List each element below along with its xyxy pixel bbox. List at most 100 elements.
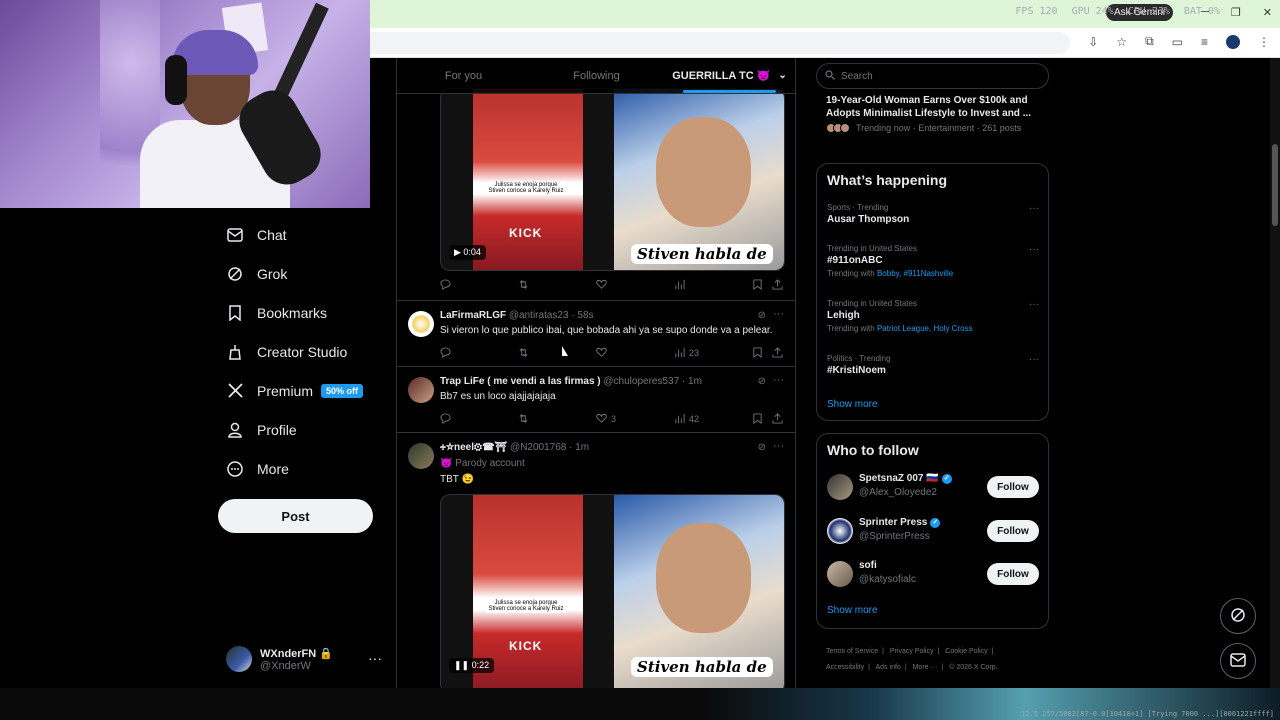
tab-guerrilla-tc[interactable]: GUERRILLA TC 👿 ⌄: [663, 58, 795, 93]
chevron-down-icon[interactable]: ⌄: [778, 70, 786, 81]
trending-story-title: 19-Year-Old Woman Earns Over $100k and A…: [826, 95, 1032, 119]
extensions-icon[interactable]: ⧉: [1145, 34, 1154, 49]
scrollbar[interactable]: [1270, 58, 1280, 688]
mouse-cursor: [562, 346, 568, 356]
tweet-author-name[interactable]: Trap LiFe ( me vendi a las firmas ): [440, 376, 601, 387]
trend-item[interactable]: Trending in United States #911onABC Tren…: [827, 244, 1039, 278]
show-more-link[interactable]: Show more: [827, 399, 878, 410]
views-icon[interactable]: 42: [674, 413, 752, 424]
avatar[interactable]: [827, 518, 853, 544]
discount-badge: 50% off: [321, 383, 364, 398]
nav-creator-studio[interactable]: Creator Studio: [218, 332, 388, 371]
repost-icon[interactable]: [518, 279, 596, 290]
stream-overlay-bar: 12.5 257/5082[87-0.0]10418+1] [Trying 70…: [0, 688, 1280, 720]
more-dots-icon[interactable]: ···: [368, 650, 382, 666]
more-dots-icon[interactable]: ···: [1029, 299, 1039, 310]
parody-label: 😈 Parody account: [440, 458, 525, 469]
share-icon[interactable]: [772, 347, 783, 358]
nav-grok[interactable]: Grok: [218, 254, 388, 293]
tweet[interactable]: Trap LiFe ( me vendi a las firmas ) @chu…: [397, 367, 795, 433]
nav-chat[interactable]: Chat: [218, 215, 388, 254]
trend-item[interactable]: Politics · Trending #KristiNoem ···: [827, 354, 1039, 376]
footer-links: Terms of Service | Privacy Policy | Cookie…: [826, 648, 998, 671]
tweet-author-name[interactable]: 🕂☆neel⚙☎⛩: [440, 442, 507, 453]
repost-icon[interactable]: [518, 347, 596, 358]
video-caption: Stiven habla de: [631, 244, 773, 264]
search-input[interactable]: [841, 70, 1021, 82]
video-player[interactable]: Julissa se enoja porque Stiven conoce a …: [440, 88, 785, 271]
video-subtitle: Julissa se enoja porque Stiven conoce a …: [486, 599, 566, 613]
account-switcher[interactable]: WXnderFN 🔒 @XnderW ···: [226, 644, 386, 674]
avatar[interactable]: [827, 474, 853, 500]
star-icon[interactable]: ☆: [1116, 35, 1127, 49]
nav-more[interactable]: More: [218, 449, 388, 488]
bookmark-icon[interactable]: [752, 413, 772, 424]
nav-premium[interactable]: Premium 50% off: [218, 371, 388, 410]
like-icon[interactable]: [596, 347, 674, 358]
follow-button[interactable]: Follow: [987, 476, 1039, 498]
tab-following[interactable]: Following: [530, 58, 663, 93]
video-subtitle: Julissa se enoja porque Stiven conoce a …: [486, 181, 566, 195]
avatar[interactable]: [827, 561, 853, 587]
tweet[interactable]: LaFirmaRLGF @antiratas23 · 58s ⊘ ··· Si …: [397, 301, 795, 367]
verified-icon: ✓: [941, 473, 952, 484]
reply-icon[interactable]: [440, 413, 518, 424]
more-dots-icon[interactable]: ···: [773, 440, 784, 452]
more-dots-icon[interactable]: ···: [1029, 244, 1039, 255]
profile-avatar[interactable]: [1226, 34, 1240, 49]
avatar[interactable]: [408, 443, 434, 469]
trend-item[interactable]: Sports · Trending Ausar Thompson ···: [827, 203, 1039, 225]
repost-icon[interactable]: [518, 413, 596, 424]
reply-icon[interactable]: [440, 347, 518, 358]
bookmark-icon[interactable]: [752, 279, 772, 290]
url-field[interactable]: [370, 32, 1070, 54]
nav-bookmarks[interactable]: Bookmarks: [218, 293, 388, 332]
tab-for-you[interactable]: For you: [397, 58, 530, 93]
reply-icon[interactable]: [440, 279, 518, 290]
like-icon[interactable]: [596, 279, 674, 290]
avatar[interactable]: [408, 311, 434, 337]
cast-icon[interactable]: ▭: [1172, 35, 1183, 49]
video-player[interactable]: Julissa se enoja porque Stiven conoce a …: [440, 494, 785, 688]
views-count: 23: [689, 347, 700, 358]
more-dots-icon[interactable]: ···: [773, 374, 784, 386]
bookmark-icon[interactable]: [752, 347, 772, 358]
follow-suggestion[interactable]: SpetsnaZ 007 🇷🇺 ✓ @Alex_Oloyede2 Follow: [827, 472, 1039, 502]
share-icon[interactable]: [772, 413, 783, 424]
avatar[interactable]: [408, 377, 434, 403]
trending-story[interactable]: 19-Year-Old Woman Earns Over $100k and A…: [826, 94, 1041, 133]
follow-suggestion[interactable]: Sprinter Press ✓ @SprinterPress Follow: [827, 516, 1039, 546]
nav-profile[interactable]: Profile: [218, 410, 388, 449]
trend-item[interactable]: Trending in United States Lehigh Trendin…: [827, 299, 1039, 333]
more-dots-icon[interactable]: ···: [1029, 354, 1039, 365]
install-icon[interactable]: ⇩: [1088, 35, 1098, 49]
minimize-icon[interactable]: ─: [1201, 6, 1209, 19]
like-icon[interactable]: 3: [596, 413, 674, 424]
show-more-link[interactable]: Show more: [827, 605, 878, 616]
close-icon[interactable]: ✕: [1263, 6, 1272, 19]
views-icon[interactable]: [674, 279, 752, 290]
grok-icon[interactable]: ⊘: [758, 376, 766, 387]
grok-icon[interactable]: ⊘: [758, 442, 766, 453]
kebab-menu-icon[interactable]: ⋮: [1258, 35, 1270, 49]
grok-icon[interactable]: ⊘: [758, 310, 766, 321]
address-bar: ⇩ ☆ ⧉ ▭ ≡ ⋮: [370, 28, 1280, 58]
views-icon[interactable]: 23: [674, 347, 752, 358]
more-dots-icon[interactable]: ···: [773, 308, 784, 320]
scrollbar-thumb[interactable]: [1272, 144, 1278, 226]
messages-fab[interactable]: [1220, 643, 1256, 679]
follow-button[interactable]: Follow: [987, 520, 1039, 542]
tweet-author-name[interactable]: LaFirmaRLGF: [440, 310, 506, 321]
video-frame-left: [473, 89, 583, 270]
search-box[interactable]: [816, 63, 1049, 89]
performance-overlay: FPS 120 GPU 24% CPU 23% BAT 0%: [1015, 6, 1220, 17]
playlist-icon[interactable]: ≡: [1201, 35, 1208, 49]
grok-fab[interactable]: [1220, 598, 1256, 634]
restore-icon[interactable]: ❐: [1231, 6, 1241, 19]
creator-studio-icon: [227, 344, 243, 360]
share-icon[interactable]: [772, 279, 783, 290]
more-dots-icon[interactable]: ···: [1029, 203, 1039, 214]
follow-suggestion[interactable]: sofi @katysofialc Follow: [827, 559, 1039, 589]
post-button[interactable]: Post: [218, 499, 373, 533]
follow-button[interactable]: Follow: [987, 563, 1039, 585]
